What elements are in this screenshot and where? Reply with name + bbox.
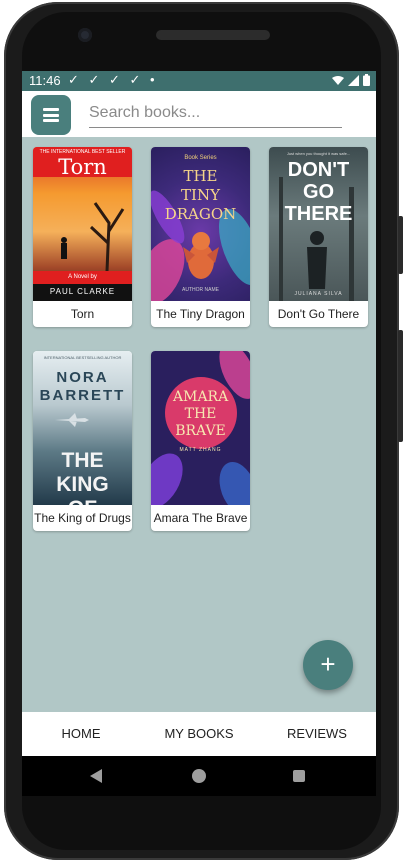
book-card-dont-go-there[interactable]: Just when you thought it was safe... DON… bbox=[269, 147, 368, 327]
recents-icon[interactable] bbox=[293, 770, 305, 782]
cover-top-text: INTERNATIONAL BESTSELLING AUTHOR bbox=[43, 355, 122, 360]
status-bar: 11:46 ✓ ✓ ✓ ✓ • bbox=[22, 71, 376, 91]
nav-reviews[interactable]: REVIEWS bbox=[258, 712, 376, 756]
cover-title: Torn bbox=[58, 155, 107, 179]
book-title: The Tiny Dragon bbox=[156, 307, 245, 321]
status-time: 11:46 bbox=[29, 73, 61, 88]
signal-icon bbox=[348, 74, 359, 86]
cover-top-text: Just when you thought it was safe... bbox=[286, 151, 351, 156]
power-button bbox=[398, 330, 403, 442]
book-card-the-tiny-dragon[interactable]: Book Series THE TINY DRAGON AUTHOR NAME … bbox=[151, 147, 250, 327]
book-cover-the-king-of-drugs: INTERNATIONAL BESTSELLING AUTHOR NORA BA… bbox=[33, 351, 132, 505]
nav-home[interactable]: HOME bbox=[22, 712, 140, 756]
book-card-amara-the-brave[interactable]: AMARA THE BRAVE MATT ZHANG Amara The Bra… bbox=[151, 351, 250, 531]
person-silhouette bbox=[61, 237, 67, 259]
plus-icon: + bbox=[320, 649, 336, 679]
cover-author: MATT ZHANG bbox=[179, 447, 222, 453]
status-indicators bbox=[332, 74, 370, 86]
cover-author: JULIANA SILVA bbox=[294, 291, 343, 297]
menu-icon bbox=[43, 108, 59, 122]
tree-silhouette bbox=[89, 202, 125, 271]
notification-icons: ✓ ✓ ✓ ✓ • bbox=[68, 72, 158, 87]
system-navigation-bar bbox=[22, 756, 376, 796]
cover-author-first: NORA bbox=[56, 369, 109, 386]
dragon-illustration bbox=[183, 232, 219, 279]
add-book-button[interactable]: + bbox=[303, 640, 353, 690]
book-title: The King of Drugs bbox=[34, 511, 131, 525]
menu-button[interactable] bbox=[31, 95, 71, 135]
front-camera bbox=[78, 28, 92, 42]
home-icon[interactable] bbox=[192, 769, 206, 783]
book-cover-amara-the-brave: AMARA THE BRAVE MATT ZHANG bbox=[151, 351, 250, 505]
cover-top-text: Book Series bbox=[184, 155, 217, 161]
nav-my-books[interactable]: MY BOOKS bbox=[140, 712, 258, 756]
earpiece-speaker bbox=[156, 30, 270, 40]
volume-button bbox=[398, 216, 403, 274]
app-bar bbox=[22, 91, 376, 137]
bottom-navigation: HOME MY BOOKS REVIEWS bbox=[22, 712, 376, 756]
search-input[interactable] bbox=[89, 101, 342, 128]
book-cover-dont-go-there: Just when you thought it was safe... DON… bbox=[269, 147, 368, 301]
cover-title: THE TINY DRAGON bbox=[164, 167, 237, 223]
cover-title: THE KING OF DRUGS bbox=[56, 449, 109, 505]
book-card-torn[interactable]: THE INTERNATIONAL BEST SELLER Torn A Nov… bbox=[33, 147, 132, 327]
book-title: Amara The Brave bbox=[153, 511, 248, 525]
book-cover-torn: THE INTERNATIONAL BEST SELLER Torn A Nov… bbox=[33, 147, 132, 301]
person-silhouette bbox=[307, 231, 327, 289]
cover-sub: A Novel by bbox=[68, 274, 97, 280]
book-title: Don't Go There bbox=[277, 307, 360, 321]
wifi-icon bbox=[332, 75, 344, 85]
battery-icon bbox=[363, 74, 370, 86]
back-icon[interactable] bbox=[90, 769, 102, 783]
cover-author: PAUL CLARKE bbox=[49, 287, 116, 296]
cover-author: AUTHOR NAME bbox=[182, 287, 219, 293]
book-title: Torn bbox=[70, 307, 95, 321]
cover-title: DON'T GO THERE bbox=[284, 159, 353, 225]
airplane-illustration bbox=[55, 413, 89, 427]
cover-title: AMARA THE BRAVE bbox=[173, 389, 229, 439]
book-cover-the-tiny-dragon: Book Series THE TINY DRAGON AUTHOR NAME bbox=[151, 147, 250, 301]
book-card-the-king-of-drugs[interactable]: INTERNATIONAL BESTSELLING AUTHOR NORA BA… bbox=[33, 351, 132, 531]
app-screen: 11:46 ✓ ✓ ✓ ✓ • THE INTERNATIONAL BEST S… bbox=[22, 71, 376, 756]
cover-author-last: BARRETT bbox=[39, 387, 126, 404]
